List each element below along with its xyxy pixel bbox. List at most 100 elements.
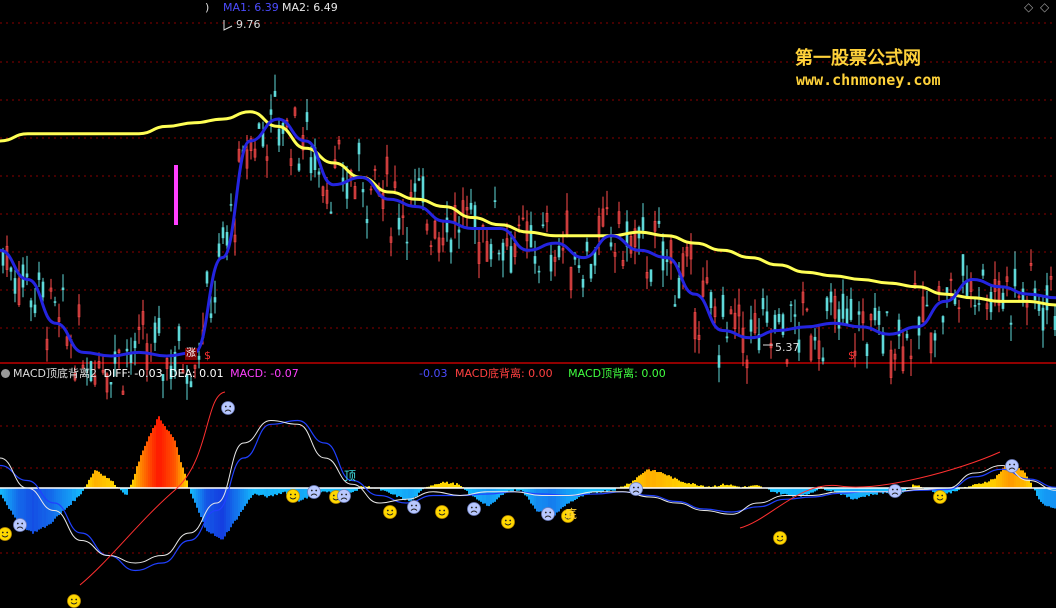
candle-body	[961, 254, 965, 276]
candle-body	[13, 278, 17, 294]
macd-bar	[786, 488, 788, 495]
macd-bar	[148, 436, 150, 488]
macd-bar	[854, 488, 856, 499]
candle-body	[1013, 268, 1017, 287]
candle-body	[197, 355, 201, 360]
s-mark-2: $	[848, 349, 855, 362]
macd-bar	[56, 488, 58, 517]
candle-body	[709, 292, 713, 309]
candle-body	[209, 313, 213, 318]
candle-body	[585, 241, 589, 252]
macd-bar	[684, 482, 686, 488]
macd-bar	[1040, 488, 1042, 502]
candle-body	[305, 112, 309, 122]
diamond-right-icon[interactable]: ◇	[1040, 0, 1049, 14]
macd-bar	[68, 488, 70, 507]
candle-body	[189, 381, 193, 388]
macd-bar	[486, 488, 488, 506]
candle-body	[773, 314, 777, 331]
macd-bar	[14, 488, 16, 518]
face-circle	[629, 482, 643, 496]
macd-bar	[776, 488, 778, 494]
frown-face-icon	[307, 485, 321, 499]
macd-bar	[138, 461, 140, 488]
macd-bar	[174, 440, 176, 488]
dea-label: DEA: 0.01	[169, 367, 224, 380]
candle-body	[457, 229, 461, 233]
macd-bar	[60, 488, 62, 514]
macd-bar	[98, 471, 100, 488]
macd-bar	[10, 488, 12, 511]
macd-bar	[264, 488, 266, 497]
macd-bar	[656, 472, 658, 488]
macd-bar	[234, 488, 236, 521]
macd-bar	[482, 488, 484, 504]
macd-bar	[254, 488, 256, 494]
diamond-left-icon[interactable]: ◇	[1024, 0, 1033, 14]
candle-body	[821, 357, 825, 362]
face-eye	[6, 531, 9, 534]
macd-bar	[1050, 488, 1052, 508]
face-eye	[941, 494, 944, 497]
macd-bar	[442, 481, 444, 488]
candle-body	[509, 246, 513, 273]
macd-bar	[536, 488, 538, 512]
macd-bar	[246, 488, 248, 504]
macd-bar	[192, 488, 194, 499]
macd-bar	[788, 488, 790, 496]
candle-body	[221, 227, 225, 239]
macd-bar	[852, 488, 854, 500]
macd-bar	[266, 488, 268, 498]
macd-bar	[662, 473, 664, 488]
macd-bar	[790, 488, 792, 496]
macd-bar	[240, 488, 242, 512]
candle-body	[497, 252, 501, 255]
macd-bar	[682, 481, 684, 488]
frown-face-icon	[467, 502, 481, 516]
macd-bar	[1002, 468, 1004, 488]
macd-bar	[870, 488, 872, 494]
header-paren: )	[205, 1, 210, 14]
macd-bar	[172, 437, 174, 488]
macd-bar	[154, 425, 156, 488]
macd-bar	[52, 488, 54, 522]
macd-bar	[178, 454, 180, 488]
candle-body	[405, 241, 409, 244]
macd-bar	[576, 488, 578, 499]
face-circle	[286, 489, 300, 503]
macd-bar	[596, 488, 598, 494]
face-circle	[467, 502, 481, 516]
candle-body	[841, 293, 845, 319]
macd-bar	[72, 488, 74, 501]
candle-body	[749, 319, 753, 332]
macd-bar	[6, 488, 8, 506]
macd-bar	[16, 488, 18, 522]
face-eye	[637, 486, 640, 489]
macd-bar	[644, 471, 646, 488]
candle-body	[449, 239, 453, 253]
macd-bar	[396, 488, 398, 498]
frown-face-icon	[541, 507, 555, 521]
candle-body	[665, 259, 669, 263]
macd-bar	[672, 478, 674, 488]
macd-bar	[302, 488, 304, 500]
candle-body	[845, 308, 849, 326]
smiley-face-icon	[0, 527, 12, 541]
smiley-face-icon	[67, 594, 81, 608]
macd-bar	[242, 488, 244, 510]
macd-bar	[440, 482, 442, 488]
macd-bar	[256, 488, 258, 495]
face-eye	[345, 493, 348, 496]
macd-bar	[64, 488, 66, 510]
macd-bar	[556, 488, 558, 513]
candle-body	[329, 211, 333, 214]
macd-bar	[218, 488, 220, 538]
macd-bar	[538, 488, 540, 512]
face-eye	[21, 522, 24, 525]
watermark-title: 第一股票公式网	[795, 48, 921, 69]
face-eye	[443, 509, 446, 512]
macd-bar	[126, 488, 128, 495]
settings-circle-icon[interactable]	[1, 369, 10, 378]
macd-bar	[470, 488, 472, 494]
frown-face-icon	[888, 484, 902, 498]
